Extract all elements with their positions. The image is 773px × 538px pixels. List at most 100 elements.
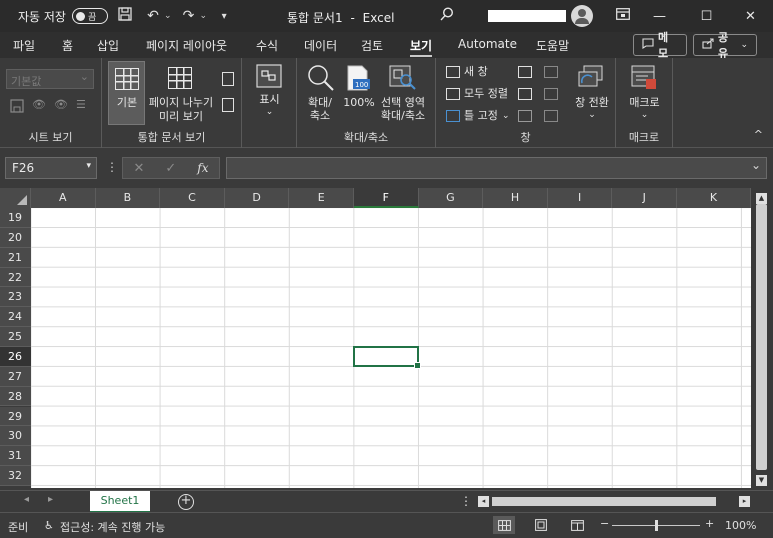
row-header-24[interactable]: 24 (0, 307, 31, 328)
column-header-h[interactable]: H (483, 188, 548, 208)
tab-file[interactable]: 파일 (13, 37, 35, 54)
tab-page-layout[interactable]: 페이지 레이아웃 (146, 37, 227, 54)
column-header-j[interactable]: J (612, 188, 677, 208)
confirm-entry-icon[interactable]: ✓ (165, 161, 176, 176)
tab-view[interactable]: 보기 (410, 37, 433, 57)
autosave-toggle[interactable]: 끔 (71, 8, 108, 24)
ribbon-display-options-icon[interactable] (616, 8, 630, 23)
row-header-30[interactable]: 30 (0, 426, 31, 447)
horizontal-scroll-thumb[interactable] (492, 497, 716, 506)
minimize-button[interactable]: — (637, 0, 682, 32)
tab-formulas[interactable]: 수식 (256, 37, 278, 54)
column-header-d[interactable]: D (224, 188, 290, 208)
view-side-by-side-icon[interactable] (544, 66, 558, 78)
row-header-26[interactable]: 26 (0, 346, 31, 367)
column-header-k[interactable]: K (677, 188, 751, 208)
column-header-e[interactable]: E (289, 188, 354, 208)
column-header-c[interactable]: C (160, 188, 225, 208)
search-icon[interactable] (440, 7, 454, 25)
row-header-27[interactable]: 27 (0, 366, 31, 387)
scroll-up-icon[interactable]: ▲ (756, 193, 767, 204)
tab-home[interactable]: 홈 (62, 37, 73, 54)
column-header-g[interactable]: G (418, 188, 484, 208)
row-header-25[interactable]: 25 (0, 327, 31, 347)
page-break-status-button[interactable] (566, 516, 588, 534)
row-header-20[interactable]: 20 (0, 227, 31, 248)
new-window-icon (446, 66, 460, 78)
scroll-left-icon[interactable]: ◂ (478, 496, 489, 507)
tab-help[interactable]: 도움말 (536, 37, 569, 54)
add-sheet-button[interactable]: + (178, 494, 194, 510)
row-header-31[interactable]: 31 (0, 446, 31, 467)
redo-icon[interactable]: ↷ (178, 8, 200, 24)
tab-data[interactable]: 데이터 (304, 37, 337, 54)
exit-sheet-view-icon[interactable]: 👁 (32, 98, 46, 111)
accessibility-status[interactable]: 접근성: 계속 진행 가능 (60, 519, 165, 535)
name-box[interactable]: F26 ▾ (5, 157, 97, 179)
column-header-b[interactable]: B (95, 188, 161, 208)
vertical-scroll-thumb[interactable] (756, 204, 767, 470)
zoom-label-line2: 축소 (309, 109, 331, 122)
insert-function-icon[interactable]: fx (197, 161, 208, 175)
row-header-23[interactable]: 23 (0, 287, 31, 308)
accessibility-icon[interactable]: ♿ (44, 519, 54, 532)
redo-dropdown-icon[interactable]: ⌄ (200, 11, 208, 21)
more-options-icon[interactable]: ⋮ (106, 160, 118, 174)
row-header-22[interactable]: 22 (0, 267, 31, 288)
row-header-29[interactable]: 29 (0, 406, 31, 427)
normal-view-button[interactable]: 기본 (108, 61, 145, 125)
keep-sheet-view-icon[interactable] (10, 99, 24, 116)
reset-window-position-icon[interactable] (544, 110, 558, 122)
zoom-out-button[interactable]: − (600, 517, 609, 530)
synchronous-scrolling-icon[interactable] (544, 88, 558, 100)
select-all-button[interactable] (0, 188, 31, 208)
active-cell-selection[interactable] (353, 346, 421, 369)
vertical-scrollbar[interactable]: ▲ ▼ (751, 188, 773, 490)
sheet-tab-sheet1[interactable]: Sheet1 (90, 491, 150, 513)
cancel-entry-icon[interactable]: ✕ (133, 161, 144, 176)
normal-view-status-button[interactable] (493, 516, 515, 534)
scroll-down-icon[interactable]: ▼ (756, 475, 767, 486)
page-layout-status-button[interactable] (530, 516, 552, 534)
undo-dropdown-icon[interactable]: ⌄ (164, 11, 172, 21)
comment-icon (642, 38, 654, 52)
zoom-level[interactable]: 100% (725, 519, 756, 532)
hide-window-icon[interactable] (518, 88, 532, 100)
collapse-ribbon-icon[interactable]: ^ (754, 128, 763, 141)
previous-sheet-icon[interactable]: ◂ (24, 494, 29, 505)
horizontal-scrollbar[interactable]: ◂ ▸ (478, 496, 750, 508)
customize-toolbar-icon[interactable]: ▾ (213, 11, 235, 22)
row-header-19[interactable]: 19 (0, 208, 31, 228)
row-header-32[interactable]: 32 (0, 466, 31, 486)
column-header-f[interactable]: F (354, 188, 419, 208)
zoom-slider-thumb[interactable] (655, 520, 658, 531)
sheet-view-options-icon[interactable]: ☰ (76, 98, 86, 111)
column-header-a[interactable]: A (31, 188, 96, 208)
close-button[interactable]: ✕ (728, 0, 773, 32)
share-button[interactable]: 공유 ⌄ (693, 31, 757, 60)
unhide-window-icon[interactable] (518, 110, 532, 122)
comments-button[interactable]: 메모 (633, 31, 687, 60)
column-header-i[interactable]: I (547, 188, 613, 208)
scroll-right-icon[interactable]: ▸ (739, 496, 750, 507)
tab-insert[interactable]: 삽입 (97, 37, 119, 54)
sheet-view-dropdown[interactable]: 기본값 (6, 69, 94, 89)
zoom-in-button[interactable]: + (705, 517, 714, 530)
row-header-28[interactable]: 28 (0, 386, 31, 407)
tab-automate[interactable]: Automate (458, 37, 517, 51)
custom-views-icon[interactable] (222, 98, 234, 112)
formula-input[interactable] (226, 157, 767, 179)
page-layout-view-icon[interactable] (222, 72, 234, 86)
split-icon[interactable] (518, 66, 532, 78)
group-macros: 매크로 ⌄ 매크로 (616, 58, 673, 148)
row-header-21[interactable]: 21 (0, 247, 31, 268)
new-sheet-view-icon[interactable]: 👁 (54, 98, 68, 111)
save-icon[interactable] (114, 7, 136, 25)
next-sheet-icon[interactable]: ▸ (48, 494, 53, 505)
avatar[interactable] (571, 5, 593, 27)
tab-review[interactable]: 검토 (361, 37, 383, 54)
group-label-zoom: 확대/축소 (343, 131, 389, 144)
tab-split-handle-icon[interactable]: ⋮ (460, 494, 472, 508)
undo-icon[interactable]: ↶ (142, 8, 164, 24)
maximize-button[interactable]: ☐ (684, 0, 729, 32)
